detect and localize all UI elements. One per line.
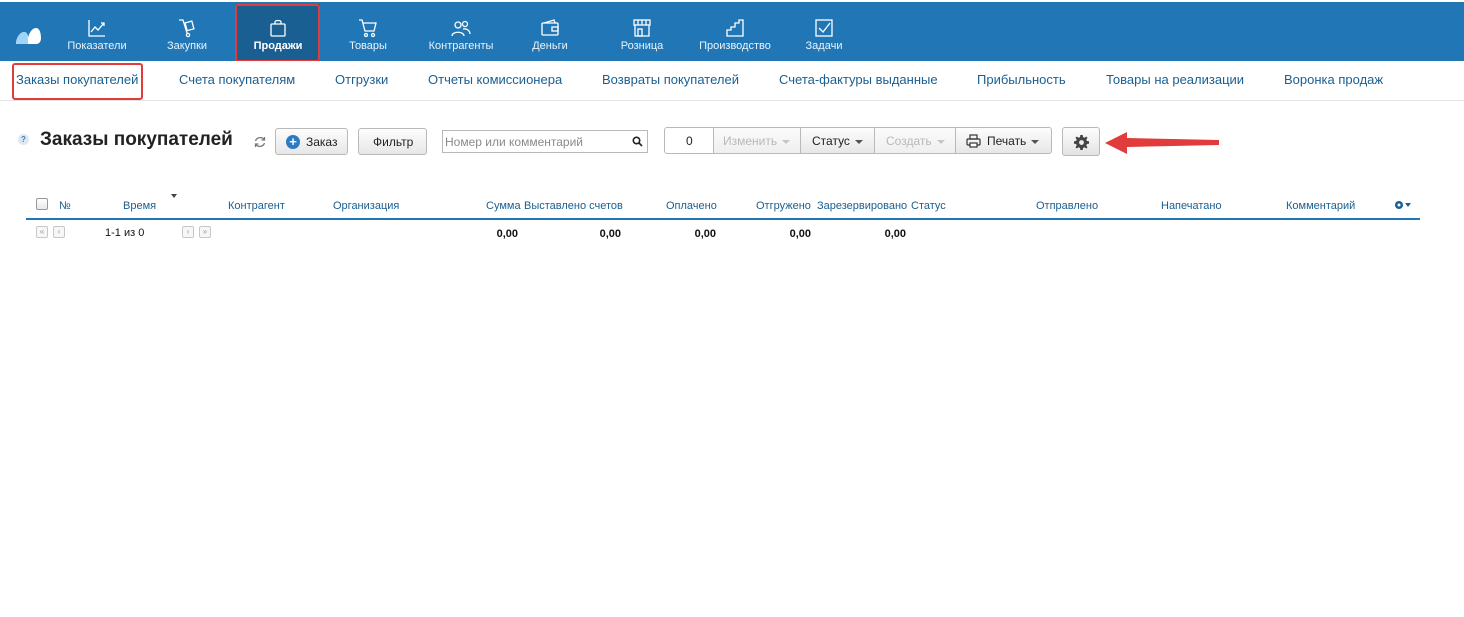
subnav-item-customer-invoices[interactable]: Счета покупателям	[179, 72, 295, 87]
handcart-icon	[179, 19, 195, 38]
checkbox-icon	[815, 19, 833, 37]
add-order-button[interactable]: + Заказ	[275, 128, 348, 155]
column-invoiced[interactable]: Выставлено счетов	[524, 200, 623, 212]
nav-label: Закупки	[166, 40, 208, 52]
search-box	[442, 130, 648, 153]
nav-item-purchases[interactable]: Закупки	[152, 4, 222, 63]
chart-line-icon	[88, 20, 105, 37]
first-page-button[interactable]: «	[36, 226, 48, 238]
subnav-item-consignment-goods[interactable]: Товары на реализации	[1106, 72, 1244, 87]
subnav-item-customer-orders[interactable]: Заказы покупателей	[16, 72, 138, 87]
subnav-item-sales-funnel[interactable]: Воронка продаж	[1284, 72, 1383, 87]
total-sum: 0,00	[496, 228, 518, 240]
moysklad-logo-icon[interactable]	[14, 26, 42, 46]
status-button[interactable]: Статус	[800, 127, 875, 154]
create-label: Создать	[886, 134, 932, 148]
gear-icon	[1074, 135, 1089, 150]
chevron-down-icon	[1031, 139, 1040, 144]
printer-icon	[966, 134, 981, 148]
subnav-item-profitability[interactable]: Прибыльность	[977, 72, 1066, 87]
people-icon	[451, 20, 471, 37]
column-organization[interactable]: Организация	[333, 200, 399, 212]
app-window: Показатели Закупки Продажи Товары Контра…	[0, 0, 1464, 617]
chevron-down-icon	[782, 139, 791, 144]
add-order-label: Заказ	[306, 135, 338, 149]
shopping-bag-icon	[270, 19, 286, 37]
subnav-item-issued-invoices[interactable]: Счета-фактуры выданные	[779, 72, 938, 87]
status-label: Статус	[812, 134, 850, 148]
next-page-button[interactable]: ›	[182, 226, 194, 238]
print-button[interactable]: Печать	[955, 127, 1052, 154]
print-label: Печать	[987, 134, 1027, 148]
total-shipped: 0,00	[789, 228, 811, 240]
column-number[interactable]: №	[59, 200, 71, 212]
subnav-item-shipments[interactable]: Отгрузки	[335, 72, 388, 87]
table-header: № Время Контрагент Организация Сумма Выс…	[26, 194, 1420, 220]
top-navigation-bar: Показатели Закупки Продажи Товары Контра…	[2, 4, 1462, 63]
store-icon	[633, 19, 651, 37]
page-title: Заказы покупателей	[40, 129, 233, 150]
nav-item-production[interactable]: Производство	[694, 4, 776, 63]
nav-item-goods[interactable]: Товары	[334, 4, 402, 63]
wallet-icon	[541, 19, 559, 36]
column-status[interactable]: Статус	[911, 200, 946, 212]
plus-icon: +	[286, 135, 300, 149]
last-page-button[interactable]: »	[199, 226, 211, 238]
select-all-checkbox[interactable]	[36, 198, 48, 210]
subnav-item-commission-reports[interactable]: Отчеты комиссионера	[428, 72, 562, 87]
selected-count: 0	[664, 127, 714, 154]
sort-desc-icon	[171, 194, 177, 198]
table-footer-row: « ‹ 1-1 из 0 › » 0,00 0,00 0,00 0,00 0,0…	[26, 222, 1420, 246]
edit-label: Изменить	[723, 134, 778, 148]
column-sent[interactable]: Отправлено	[1036, 200, 1098, 212]
help-icon[interactable]: ?	[18, 134, 29, 145]
column-settings-icon[interactable]	[1394, 200, 1412, 210]
column-sum[interactable]: Сумма	[486, 200, 521, 212]
filter-button[interactable]: Фильтр	[358, 128, 427, 155]
nav-label: Задачи	[805, 40, 843, 52]
nav-label: Производство	[699, 40, 771, 52]
refresh-icon[interactable]	[253, 135, 267, 149]
nav-label: Продажи	[253, 40, 303, 52]
subnav-item-customer-returns[interactable]: Возвраты покупателей	[602, 72, 739, 87]
nav-label: Розница	[620, 40, 664, 52]
nav-item-money[interactable]: Деньги	[518, 4, 582, 63]
factory-icon	[726, 19, 744, 37]
total-paid: 0,00	[694, 228, 716, 240]
nav-label: Деньги	[532, 40, 568, 52]
nav-label: Товары	[349, 40, 387, 52]
edit-button[interactable]: Изменить	[713, 127, 801, 154]
column-time[interactable]: Время	[123, 200, 156, 212]
settings-button[interactable]	[1062, 127, 1100, 156]
search-icon[interactable]	[632, 136, 643, 147]
filter-label: Фильтр	[373, 135, 414, 149]
nav-label: Показатели	[67, 40, 127, 52]
nav-item-indicators[interactable]: Показатели	[60, 4, 134, 63]
chevron-down-icon	[936, 139, 945, 144]
total-reserved: 0,00	[884, 228, 906, 240]
nav-item-counterparties[interactable]: Контрагенты	[420, 4, 502, 63]
nav-item-sales[interactable]: Продажи	[236, 4, 320, 63]
nav-label: Контрагенты	[428, 40, 494, 52]
column-comment[interactable]: Комментарий	[1286, 200, 1355, 212]
top-navigation: Показатели Закупки Продажи Товары Контра…	[0, 0, 1464, 63]
cart-icon	[359, 19, 377, 38]
pager-text: 1-1 из 0	[105, 227, 145, 239]
column-printed[interactable]: Напечатано	[1161, 200, 1222, 212]
total-invoiced: 0,00	[599, 228, 621, 240]
annotation-arrow-icon	[1105, 132, 1219, 154]
nav-item-tasks[interactable]: Задачи	[794, 4, 854, 63]
column-counterparty[interactable]: Контрагент	[228, 200, 285, 212]
column-paid[interactable]: Оплачено	[666, 200, 717, 212]
column-reserved[interactable]: Зарезервировано	[817, 200, 907, 212]
column-shipped[interactable]: Отгружено	[756, 200, 811, 212]
create-button[interactable]: Создать	[874, 127, 956, 154]
chevron-down-icon	[854, 139, 863, 144]
sub-navigation: Заказы покупателей Счета покупателям Отг…	[0, 61, 1464, 101]
nav-item-retail[interactable]: Розница	[608, 4, 676, 63]
search-input[interactable]	[445, 134, 625, 150]
prev-page-button[interactable]: ‹	[53, 226, 65, 238]
